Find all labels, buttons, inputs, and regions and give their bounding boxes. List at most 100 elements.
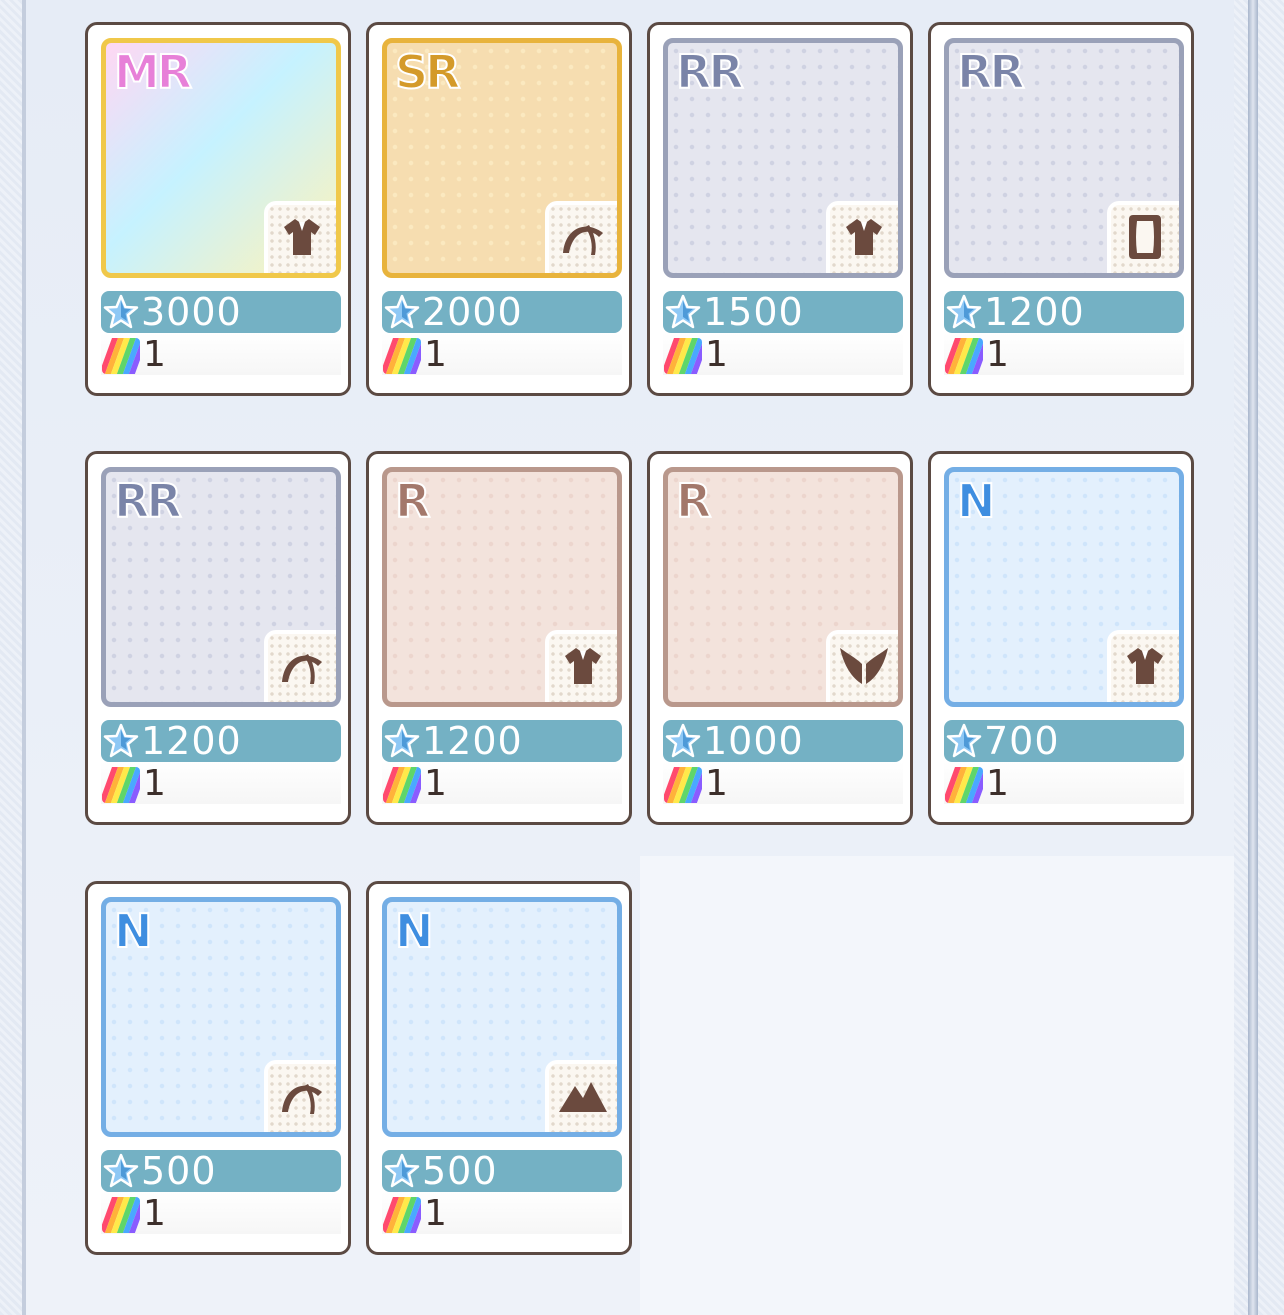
quantity-value: 1 [143, 1193, 166, 1234]
quantity-value: 1 [143, 334, 166, 375]
price-bar: 700 [944, 720, 1184, 762]
price-value: 1500 [703, 290, 804, 334]
item-artwork: RR [101, 467, 341, 707]
price-bar: 1000 [663, 720, 903, 762]
quantity-value: 1 [705, 334, 728, 375]
hair-icon [278, 644, 326, 692]
item-card[interactable]: RR 1200 1 [85, 451, 351, 825]
category-badge [826, 630, 898, 702]
quantity-value: 1 [705, 763, 728, 804]
item-artwork: N [944, 467, 1184, 707]
star-icon [103, 294, 139, 330]
item-card[interactable]: MR 3000 1 [85, 22, 351, 396]
category-badge [1107, 201, 1179, 273]
item-card[interactable]: RR 1200 1 [928, 22, 1194, 396]
quantity-value: 1 [424, 1193, 447, 1234]
item-card[interactable]: N 500 1 [366, 881, 632, 1255]
price-value: 1200 [141, 719, 242, 763]
item-artwork: MR [101, 38, 341, 278]
price-value: 1200 [984, 290, 1085, 334]
rainbow-icon [383, 767, 421, 803]
category-badge [264, 630, 336, 702]
item-artwork: N [101, 897, 341, 1137]
hair-icon [278, 1074, 326, 1122]
price-bar: 500 [382, 1150, 622, 1192]
price-value: 1200 [422, 719, 523, 763]
star-icon [946, 723, 982, 759]
category-badge [545, 1060, 617, 1132]
price-value: 3000 [141, 290, 242, 334]
item-artwork: N [382, 897, 622, 1137]
rainbow-icon [664, 338, 702, 374]
item-card[interactable]: RR 1500 1 [647, 22, 913, 396]
rainbow-icon [383, 338, 421, 374]
quantity-value: 1 [424, 763, 447, 804]
star-icon [384, 1153, 420, 1189]
category-badge [545, 630, 617, 702]
mountain-icon [557, 1076, 609, 1120]
hair-icon [559, 215, 607, 263]
price-value: 700 [984, 719, 1060, 763]
quantity-value: 1 [143, 763, 166, 804]
rainbow-icon [664, 767, 702, 803]
dress-icon [561, 644, 605, 692]
category-badge [826, 201, 898, 273]
price-bar: 2000 [382, 291, 622, 333]
price-bar: 1200 [944, 291, 1184, 333]
item-card[interactable]: N 500 1 [85, 881, 351, 1255]
item-artwork: SR [382, 38, 622, 278]
price-bar: 500 [101, 1150, 341, 1192]
item-artwork: R [663, 467, 903, 707]
rainbow-icon [945, 767, 983, 803]
item-artwork: R [382, 467, 622, 707]
rainbow-icon [102, 767, 140, 803]
quantity-value: 1 [424, 334, 447, 375]
star-icon [103, 1153, 139, 1189]
rarity-badge: SR [394, 44, 462, 100]
price-value: 1000 [703, 719, 804, 763]
rainbow-icon [102, 338, 140, 374]
dress-icon [1123, 644, 1167, 692]
dress-icon [842, 215, 886, 263]
price-value: 2000 [422, 290, 523, 334]
star-icon [665, 294, 701, 330]
wings-icon [838, 644, 890, 692]
star-icon [946, 294, 982, 330]
scrollbar-track[interactable] [1248, 0, 1258, 1315]
star-icon [384, 294, 420, 330]
category-badge [545, 201, 617, 273]
rarity-badge: N [113, 903, 153, 959]
item-card[interactable]: N 700 1 [928, 451, 1194, 825]
rarity-badge: N [394, 903, 434, 959]
left-frame [0, 0, 24, 1315]
rarity-badge: R [394, 473, 431, 529]
item-card[interactable]: R 1200 1 [366, 451, 632, 825]
quantity-value: 1 [986, 763, 1009, 804]
price-bar: 3000 [101, 291, 341, 333]
empty-panel-area [640, 856, 1234, 1315]
item-artwork: RR [944, 38, 1184, 278]
rarity-badge: N [956, 473, 996, 529]
item-card[interactable]: SR 2000 1 [366, 22, 632, 396]
star-icon [384, 723, 420, 759]
category-badge [264, 201, 336, 273]
dress-icon [280, 215, 324, 263]
price-value: 500 [422, 1149, 498, 1193]
rainbow-icon [945, 338, 983, 374]
rarity-badge: R [675, 473, 712, 529]
item-card[interactable]: R 1000 1 [647, 451, 913, 825]
star-icon [665, 723, 701, 759]
rarity-badge: MR [113, 44, 193, 100]
category-badge [264, 1060, 336, 1132]
frame-icon [1125, 213, 1165, 265]
rarity-badge: RR [956, 44, 1026, 100]
rainbow-icon [102, 1197, 140, 1233]
price-bar: 1200 [101, 720, 341, 762]
price-bar: 1200 [382, 720, 622, 762]
rainbow-icon [383, 1197, 421, 1233]
quantity-value: 1 [986, 334, 1009, 375]
category-badge [1107, 630, 1179, 702]
rarity-badge: RR [113, 473, 183, 529]
rarity-badge: RR [675, 44, 745, 100]
price-bar: 1500 [663, 291, 903, 333]
